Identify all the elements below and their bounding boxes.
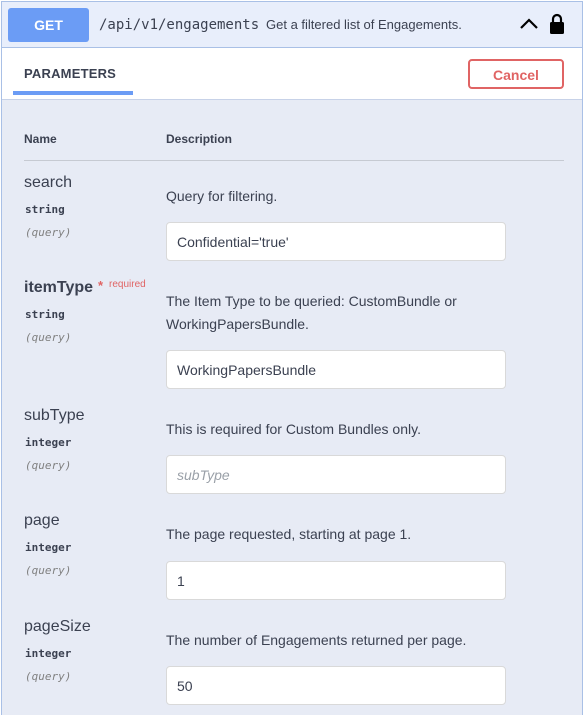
- param-type-subtype: integer: [25, 436, 72, 449]
- column-header-description: Description: [166, 132, 233, 146]
- operation-panel: GET /api/v1/engagements Get a filtered l…: [1, 1, 583, 715]
- param-type-search: string: [25, 203, 65, 216]
- param-in-search: (query): [25, 226, 72, 239]
- chevron-up-icon[interactable]: [518, 13, 540, 35]
- param-type-pagesize: integer: [25, 647, 72, 660]
- endpoint-path: /api/v1/engagements: [99, 17, 260, 33]
- param-description-pagesize: The number of Engagements returned per p…: [166, 632, 467, 648]
- param-name-search: search: [24, 174, 73, 191]
- param-in-page: (query): [25, 564, 72, 577]
- search-input[interactable]: [166, 222, 506, 261]
- param-description-itemtype: The Item Type to be queried: CustomBundl…: [166, 293, 457, 332]
- header-divider: [24, 160, 564, 161]
- param-name-pagesize: pageSize: [24, 618, 91, 635]
- param-in-subtype: (query): [25, 459, 72, 472]
- param-type-itemtype: string: [25, 308, 65, 321]
- operation-summary: Get a filtered list of Engagements.: [266, 17, 462, 32]
- param-in-itemtype: (query): [25, 331, 72, 344]
- parameters-header: PARAMETERS Cancel: [2, 48, 582, 100]
- required-star: *: [98, 278, 104, 293]
- itemtype-input[interactable]: [166, 350, 506, 389]
- required-label: required: [109, 279, 146, 290]
- column-header-name: Name: [24, 132, 57, 146]
- param-in-pagesize: (query): [25, 670, 72, 683]
- param-description-page: The page requested, starting at page 1.: [166, 526, 412, 542]
- active-tab-indicator: [13, 91, 133, 95]
- param-description-search: Query for filtering.: [166, 188, 278, 204]
- param-description-subtype: This is required for Custom Bundles only…: [166, 421, 421, 437]
- subtype-input[interactable]: [166, 455, 506, 494]
- param-name-subtype: subType: [24, 407, 85, 424]
- cancel-button[interactable]: Cancel: [468, 59, 564, 89]
- param-name-itemtype: itemType: [24, 279, 94, 296]
- page-input[interactable]: [166, 561, 506, 600]
- tab-parameters[interactable]: PARAMETERS: [24, 66, 116, 81]
- param-name-page: page: [24, 512, 60, 529]
- pagesize-input[interactable]: [166, 666, 506, 705]
- lock-icon[interactable]: [549, 13, 565, 35]
- param-type-page: integer: [25, 541, 72, 554]
- http-method-badge: GET: [8, 8, 89, 42]
- operation-summary-bar[interactable]: GET /api/v1/engagements Get a filtered l…: [2, 2, 582, 48]
